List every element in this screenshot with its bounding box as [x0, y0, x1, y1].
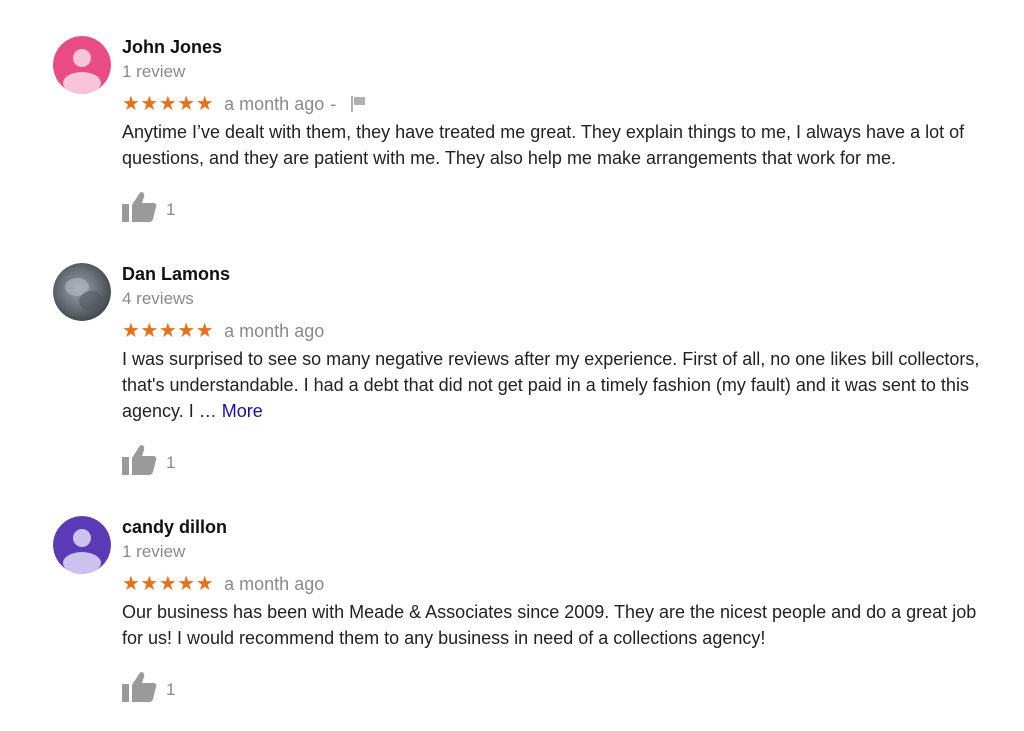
like-count: 1: [166, 680, 176, 699]
reviewer-name[interactable]: candy dillon: [122, 516, 996, 538]
flag-icon[interactable]: [350, 95, 366, 113]
like-row: 1: [122, 444, 996, 476]
star-rating: ★★★★★: [122, 573, 215, 595]
review-meta: ★★★★★ a month ago -: [122, 93, 996, 115]
star-rating: ★★★★★: [122, 320, 215, 342]
like-row: 1: [122, 191, 996, 223]
avatar-icon[interactable]: [53, 36, 111, 94]
reviewer-review-count[interactable]: 4 reviews: [122, 288, 996, 310]
review-content: Dan Lamons 4 reviews ★★★★★ a month ago I…: [122, 263, 996, 476]
thumbs-up-icon[interactable]: [122, 191, 158, 223]
like-count: 1: [166, 453, 176, 472]
review-text: I was surprised to see so many negative …: [122, 346, 996, 424]
meta-separator: -: [330, 94, 337, 114]
person-icon: [53, 516, 111, 574]
like-count: 1: [166, 200, 176, 219]
review-text: Anytime I’ve dealt with them, they have …: [122, 122, 965, 168]
review-content: candy dillon 1 review ★★★★★ a month ago …: [122, 516, 996, 703]
thumbs-up-icon[interactable]: [122, 444, 158, 476]
avatar-icon[interactable]: [53, 516, 111, 574]
star-rating: ★★★★★: [122, 93, 215, 115]
review-date: a month ago: [224, 94, 325, 114]
review-meta: ★★★★★ a month ago: [122, 573, 996, 595]
reviewer-review-count[interactable]: 1 review: [122, 541, 996, 563]
reviewer-name[interactable]: John Jones: [122, 36, 996, 58]
reviews-list: John Jones 1 review ★★★★★ a month ago - …: [0, 0, 1024, 731]
person-icon: [53, 36, 111, 94]
more-link[interactable]: More: [222, 401, 263, 421]
reviewer-name[interactable]: Dan Lamons: [122, 263, 996, 285]
profile-photo: [53, 263, 111, 321]
review-content: John Jones 1 review ★★★★★ a month ago - …: [122, 36, 996, 223]
review-date: a month ago: [224, 321, 325, 341]
thumbs-up-icon[interactable]: [122, 671, 158, 703]
review-meta: ★★★★★ a month ago: [122, 320, 996, 342]
review-text: Our business has been with Meade & Assoc…: [122, 602, 977, 648]
review-date: a month ago: [224, 574, 325, 594]
avatar-icon[interactable]: [53, 263, 111, 321]
like-row: 1: [122, 671, 996, 703]
reviewer-review-count[interactable]: 1 review: [122, 61, 996, 83]
